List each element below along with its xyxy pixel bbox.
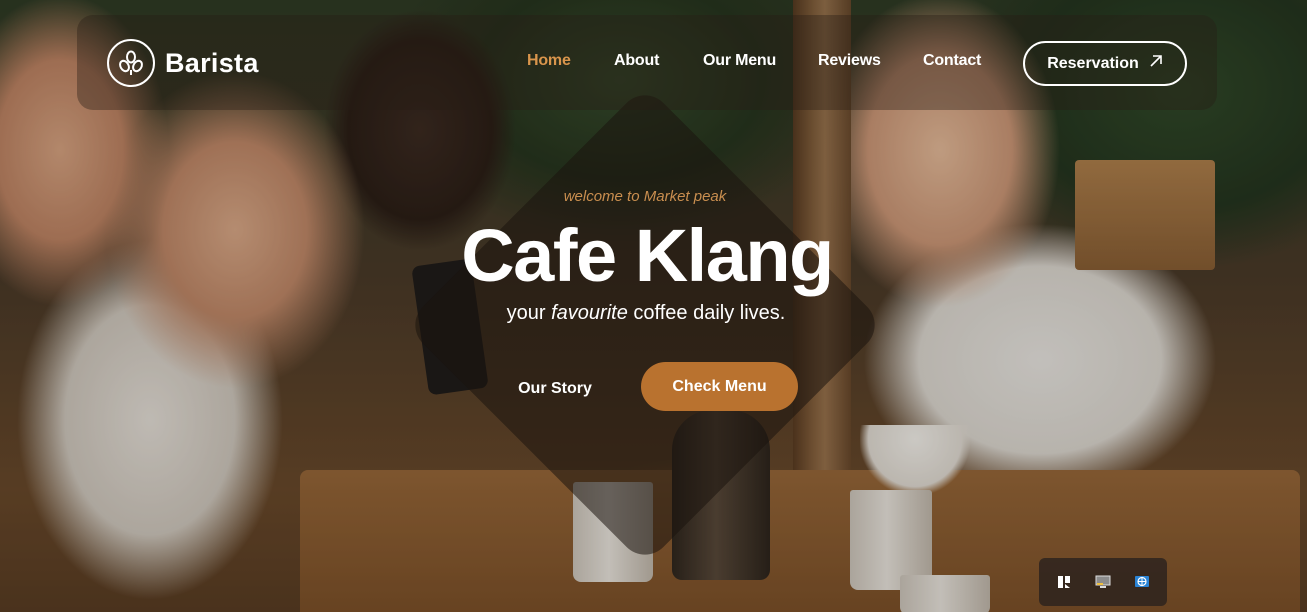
system-tray: [1039, 558, 1167, 606]
our-story-link[interactable]: Our Story: [508, 380, 602, 404]
display-icon[interactable]: [1089, 568, 1117, 596]
hero-title: Cafe Klang: [461, 214, 834, 297]
snap-layout-icon[interactable]: [1050, 568, 1078, 596]
nav-item-about[interactable]: About: [614, 52, 659, 70]
hero-subtitle: your favourite coffee daily lives.: [470, 302, 822, 325]
reservation-label: Reservation: [1047, 54, 1139, 72]
hero-eyebrow: welcome to Market peak: [563, 188, 727, 205]
nav-item-home[interactable]: Home: [527, 52, 571, 70]
nav-item-contact[interactable]: Contact: [923, 52, 981, 70]
hero-subtitle-emphasis: favourite: [551, 302, 628, 324]
arrow-up-right-icon: [1149, 54, 1163, 73]
nav-item-reviews[interactable]: Reviews: [818, 52, 881, 70]
check-menu-button[interactable]: Check Menu: [641, 362, 798, 411]
nav-item-our-menu[interactable]: Our Menu: [703, 52, 776, 70]
coffee-beans-logo-icon: [107, 39, 155, 87]
network-globe-icon[interactable]: [1128, 568, 1156, 596]
reservation-button[interactable]: Reservation: [1023, 41, 1187, 86]
brand-name: Barista: [165, 47, 259, 78]
hero-subtitle-end: coffee daily lives.: [627, 302, 786, 324]
hero-subtitle-start: your: [506, 302, 552, 324]
brand-logo[interactable]: Barista: [107, 38, 259, 88]
